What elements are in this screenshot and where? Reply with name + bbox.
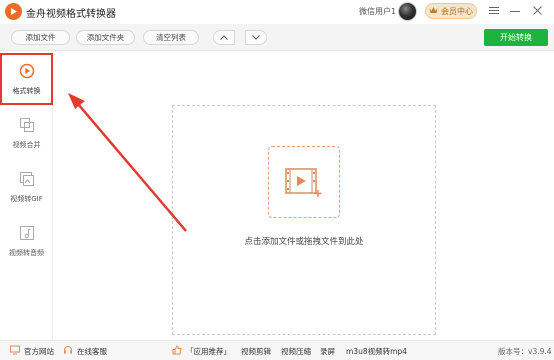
move-down-button[interactable] <box>245 30 267 45</box>
chevron-up-icon <box>220 33 228 42</box>
m3u8-to-mp4-link[interactable]: m3u8视频转mp4 <box>346 346 407 357</box>
add-folder-button[interactable]: 添加文件夹 <box>76 30 135 45</box>
gif-icon <box>19 171 35 189</box>
online-service-link[interactable]: 在线客服 <box>77 346 107 357</box>
screen-record-link[interactable]: 录屏 <box>320 346 335 357</box>
sidebar-item-video-merge[interactable]: 视频合并 <box>0 107 53 159</box>
sidebar-item-label: 视频合并 <box>12 140 41 149</box>
add-file-button[interactable]: 添加文件 <box>11 30 70 45</box>
sidebar-item-video-to-gif[interactable]: 视频转GIF <box>0 161 53 213</box>
crown-icon <box>429 6 438 16</box>
drop-hint-text: 点击添加文件或拖拽文件到此处 <box>244 237 364 247</box>
vip-center-label: 会员中心 <box>441 6 473 16</box>
app-recommend-label: 「应用推荐」 <box>186 347 231 356</box>
sidebar: 格式转换 视频合并 视频转GIF 视频转音频 <box>0 51 53 340</box>
thumbs-up-icon <box>172 345 182 357</box>
video-merge-icon <box>19 117 35 135</box>
clear-list-button[interactable]: 清空列表 <box>143 30 199 45</box>
user-name[interactable]: 微信用户1 <box>359 6 396 17</box>
add-video-icon <box>268 146 340 218</box>
sidebar-item-label: 视频转音频 <box>9 248 44 257</box>
chevron-down-icon <box>252 33 260 42</box>
close-icon[interactable] <box>530 3 544 17</box>
sidebar-item-label: 格式转换 <box>12 86 41 95</box>
title-bar: 金舟视频格式转换器 微信用户1 会员中心 <box>0 0 554 24</box>
sidebar-item-label: 视频转GIF <box>10 194 43 203</box>
vip-center-button[interactable]: 会员中心 <box>425 3 477 19</box>
official-website-link[interactable]: 官方网站 <box>24 346 54 357</box>
main-area: 点击添加文件或拖拽文件到此处 <box>54 51 554 340</box>
status-bar: 官方网站 在线客服 「应用推荐」 视频剪辑 视频压缩 录屏 m3u8视频转mp4… <box>0 340 554 360</box>
app-title: 金舟视频格式转换器 <box>26 9 116 20</box>
start-convert-button[interactable]: 开始转换 <box>484 29 548 46</box>
monitor-icon <box>10 345 20 357</box>
sidebar-item-video-to-audio[interactable]: 视频转音频 <box>0 215 53 267</box>
avatar[interactable] <box>398 2 417 21</box>
headset-icon <box>63 345 73 357</box>
version-label: 版本号：v3.9.4 <box>498 347 552 356</box>
sidebar-item-format-convert[interactable]: 格式转换 <box>0 53 53 105</box>
move-up-button[interactable] <box>213 30 235 45</box>
video-edit-link[interactable]: 视频剪辑 <box>241 346 271 357</box>
app-logo-icon <box>5 3 22 20</box>
format-convert-icon <box>19 63 35 81</box>
minimize-icon[interactable] <box>508 3 522 17</box>
toolbar: 添加文件 添加文件夹 清空列表 开始转换 <box>0 24 554 51</box>
file-drop-zone[interactable]: 点击添加文件或拖拽文件到此处 <box>172 105 436 335</box>
video-compress-link[interactable]: 视频压缩 <box>281 346 311 357</box>
menu-icon[interactable] <box>487 3 501 17</box>
audio-icon <box>19 225 35 243</box>
